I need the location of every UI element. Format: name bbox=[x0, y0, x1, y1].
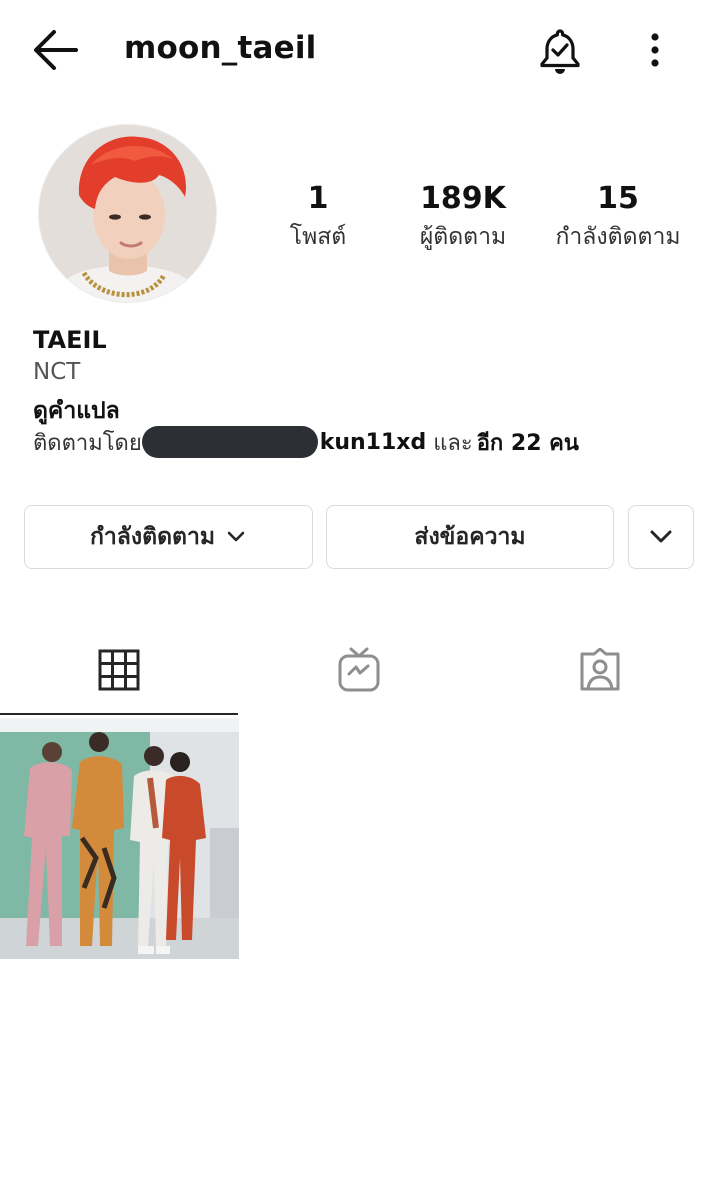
tab-tagged[interactable] bbox=[480, 628, 719, 712]
followed-by-others: อีก 22 คน bbox=[476, 430, 579, 456]
following-button[interactable]: กำลังติดตาม bbox=[24, 505, 313, 569]
followed-by-and: และ bbox=[426, 430, 473, 456]
suggested-accounts-button[interactable] bbox=[628, 505, 694, 569]
active-tab-indicator bbox=[0, 713, 238, 715]
following-count: 15 bbox=[597, 181, 639, 216]
tagged-icon bbox=[580, 648, 619, 691]
profile-avatar[interactable] bbox=[38, 124, 217, 303]
arrow-left-icon bbox=[34, 30, 78, 70]
followed-by-prefix: ติดตามโดย bbox=[33, 430, 142, 456]
posts-count: 1 bbox=[307, 181, 329, 216]
followers-count: 189K bbox=[420, 181, 506, 216]
grid-icon bbox=[98, 649, 140, 691]
followers-label: ผู้ติดตาม bbox=[419, 224, 507, 250]
profile-display-name: TAEIL bbox=[33, 326, 107, 354]
back-button[interactable] bbox=[28, 24, 84, 78]
bell-check-icon bbox=[540, 29, 580, 74]
message-button-label: ส่งข้อความ bbox=[414, 524, 526, 550]
posts-label: โพสต์ bbox=[289, 224, 347, 250]
stat-posts[interactable]: 1 โพสต์ bbox=[268, 180, 368, 254]
followed-by-user: kun11xd bbox=[319, 429, 427, 455]
following-label: กำลังติดตาม bbox=[555, 224, 681, 250]
followed-by-text[interactable]: ติดตามโดย kun11xd และ อีก 22 คน bbox=[33, 426, 579, 458]
chevron-down-icon bbox=[650, 530, 672, 543]
avatar-image bbox=[39, 125, 216, 302]
message-button[interactable]: ส่งข้อความ bbox=[326, 505, 614, 569]
notification-button[interactable] bbox=[536, 25, 584, 77]
profile-username: moon_taeil bbox=[124, 30, 317, 66]
tab-igtv[interactable] bbox=[240, 628, 478, 712]
following-button-label: กำลังติดตาม bbox=[89, 524, 216, 550]
igtv-icon bbox=[338, 647, 380, 692]
profile-category: NCT bbox=[33, 359, 81, 385]
post-image bbox=[0, 718, 239, 959]
stat-followers[interactable]: 189K ผู้ติดตาม bbox=[398, 180, 528, 254]
kebab-menu-icon bbox=[651, 33, 659, 67]
redacted-username bbox=[141, 426, 318, 458]
tab-posts-grid[interactable] bbox=[0, 628, 238, 712]
stat-following[interactable]: 15 กำลังติดตาม bbox=[542, 180, 694, 254]
more-options-button[interactable] bbox=[636, 28, 674, 74]
chevron-down-icon bbox=[227, 531, 245, 542]
grid-post-thumbnail[interactable] bbox=[0, 718, 239, 959]
